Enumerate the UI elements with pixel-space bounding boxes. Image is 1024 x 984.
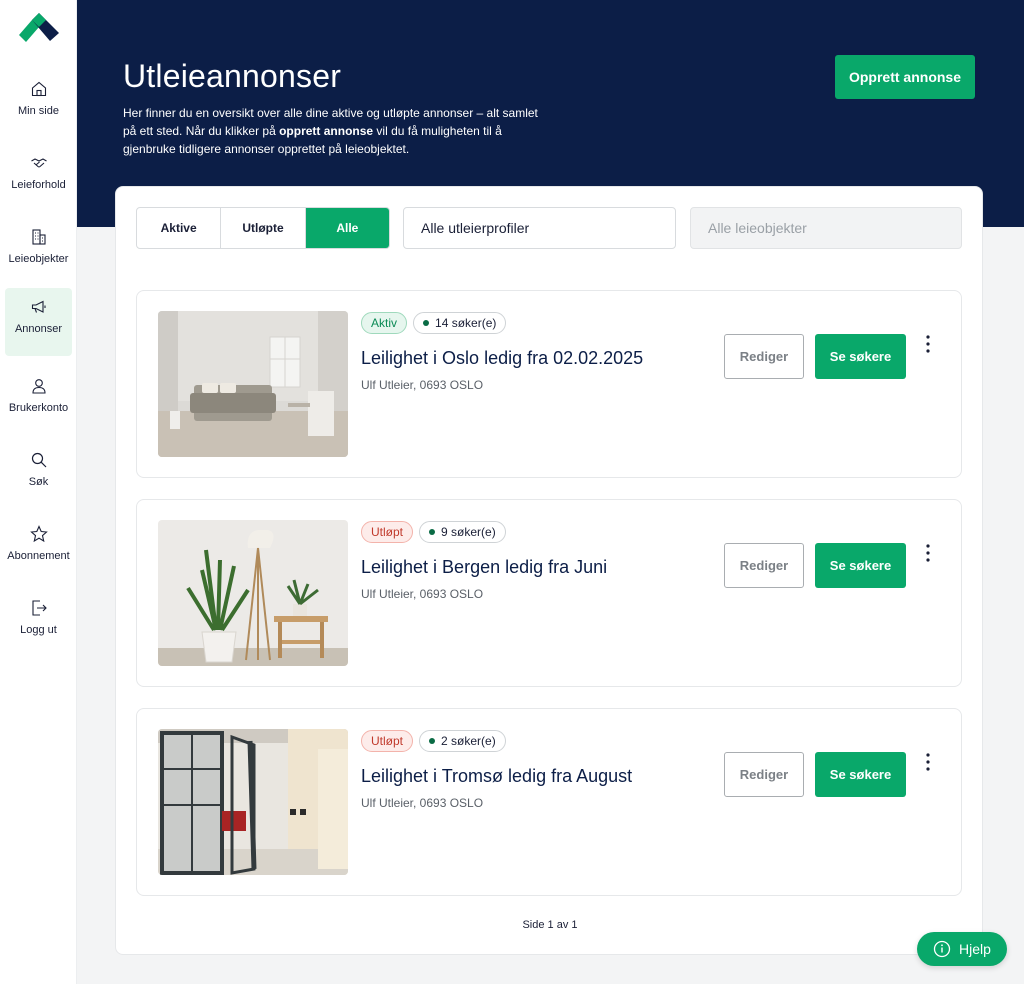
listing-photo[interactable]: [158, 520, 348, 666]
listing-subtitle: Ulf Utleier, 0693 OSLO: [361, 587, 484, 601]
sidebar-item-logg-ut[interactable]: Logg ut: [5, 589, 72, 657]
sidebar-item-annonser[interactable]: Annonser: [5, 288, 72, 356]
filter-tab-aktive[interactable]: Aktive: [137, 208, 222, 248]
sidebar-item-brukerkonto[interactable]: Brukerkonto: [5, 367, 72, 435]
dot-icon: [429, 738, 436, 744]
more-options-icon[interactable]: [918, 542, 938, 564]
sidebar-item-label: Abonnement: [7, 550, 70, 562]
edit-button[interactable]: Rediger: [724, 334, 804, 379]
listing-subtitle: Ulf Utleier, 0693 OSLO: [361, 796, 484, 810]
dot-icon: [429, 529, 436, 535]
listing-badges: Utløpt 9 søker(e): [361, 521, 506, 543]
status-filter: Aktive Utløpte Alle: [136, 207, 390, 249]
sidebar-item-label: Søk: [28, 476, 49, 488]
logout-icon: [31, 600, 47, 616]
sidebar-item-label: Annonser: [14, 323, 63, 335]
listing-subtitle: Ulf Utleier, 0693 OSLO: [361, 378, 484, 392]
help-button-label: Hjelp: [959, 941, 991, 957]
view-applicants-button[interactable]: Se søkere: [815, 334, 906, 379]
dot-icon: [423, 320, 430, 326]
megaphone-icon: [31, 300, 46, 313]
edit-button[interactable]: Rediger: [724, 752, 804, 797]
info-icon: [933, 940, 951, 958]
sidebar: Min side Leieforhold Leieobjekter Annons…: [0, 0, 77, 984]
listing-item: Utløpt 9 søker(e) Leilighet i Bergen led…: [136, 499, 962, 687]
handshake-icon: [30, 158, 47, 168]
user-icon: [31, 379, 46, 394]
home-icon: [31, 81, 46, 97]
landlord-profile-select[interactable]: Alle utleierprofiler: [403, 207, 676, 249]
search-icon: [31, 452, 46, 468]
create-listing-button[interactable]: Opprett annonse: [835, 55, 975, 99]
sidebar-item-label: Logg ut: [20, 624, 57, 636]
more-options-icon[interactable]: [918, 751, 938, 773]
status-badge: Aktiv: [361, 312, 408, 334]
page-description: Her finner du en oversikt over alle dine…: [123, 106, 538, 156]
applicant-count-badge: 14 søker(e): [413, 312, 507, 334]
logo-icon[interactable]: [19, 13, 59, 43]
listing-photo[interactable]: [158, 311, 348, 457]
status-badge: Utløpt: [361, 730, 414, 752]
filter-tab-utlopte[interactable]: Utløpte: [221, 208, 306, 248]
view-applicants-button[interactable]: Se søkere: [815, 543, 906, 588]
listings-card: Aktive Utløpte Alle Alle utleierprofiler…: [115, 186, 983, 955]
filter-tab-alle[interactable]: Alle: [305, 208, 389, 248]
listing-title[interactable]: Leilighet i Tromsø ledig fra August: [361, 766, 632, 787]
status-badge: Utløpt: [361, 521, 414, 543]
sidebar-item-leieforhold[interactable]: Leieforhold: [5, 144, 72, 212]
help-button[interactable]: Hjelp: [917, 932, 1007, 966]
sidebar-item-leieobjekter[interactable]: Leieobjekter: [5, 218, 72, 286]
sidebar-item-label: Leieforhold: [11, 179, 66, 191]
view-applicants-button[interactable]: Se søkere: [815, 752, 906, 797]
more-options-icon[interactable]: [918, 333, 938, 355]
building-icon: [31, 229, 46, 245]
sidebar-item-sok[interactable]: Søk: [5, 441, 72, 509]
sidebar-item-label: Leieobjekter: [8, 253, 69, 265]
applicant-count-badge: 2 søker(e): [419, 730, 506, 752]
sidebar-item-label: Brukerkonto: [8, 402, 69, 414]
page-title: Utleieannonser: [123, 58, 342, 94]
listing-title[interactable]: Leilighet i Oslo ledig fra 02.02.2025: [361, 348, 643, 369]
sidebar-item-label: Min side: [18, 105, 59, 117]
sidebar-item-min-side[interactable]: Min side: [5, 70, 72, 138]
listing-badges: Aktiv 14 søker(e): [361, 312, 507, 334]
listing-title[interactable]: Leilighet i Bergen ledig fra Juni: [361, 557, 607, 578]
pagination-info: Side 1 av 1: [522, 919, 578, 931]
edit-button[interactable]: Rediger: [724, 543, 804, 588]
star-icon: [29, 525, 48, 543]
listing-badges: Utløpt 2 søker(e): [361, 730, 506, 752]
applicant-count-badge: 9 søker(e): [419, 521, 506, 543]
listing-item: Aktiv 14 søker(e) Leilighet i Oslo ledig…: [136, 290, 962, 478]
rental-object-select[interactable]: Alle leieobjekter: [690, 207, 962, 249]
sidebar-item-abonnement[interactable]: Abonnement: [5, 515, 72, 583]
listing-item: Utløpt 2 søker(e) Leilighet i Tromsø led…: [136, 708, 962, 896]
listing-photo[interactable]: [158, 729, 348, 875]
